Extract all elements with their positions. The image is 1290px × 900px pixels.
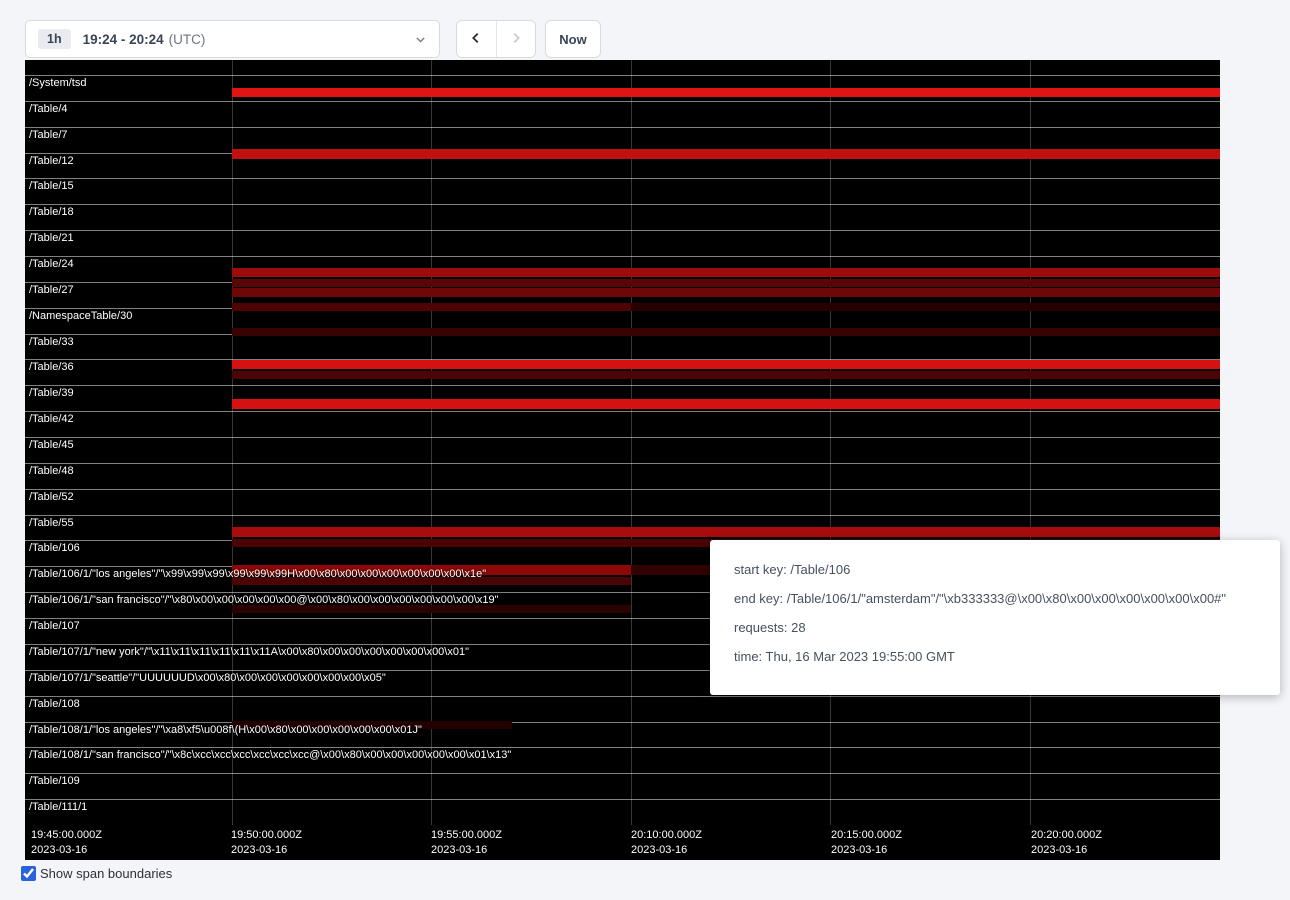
heat-band[interactable] bbox=[232, 328, 1220, 336]
heat-band[interactable] bbox=[232, 527, 1220, 537]
span-boundary-line bbox=[25, 722, 1220, 723]
span-label: /Table/106/1/"los angeles"/"\x99\x99\x99… bbox=[29, 568, 486, 580]
time-gridline bbox=[1030, 60, 1031, 825]
span-boundary-line bbox=[25, 515, 1220, 516]
range-timezone: (UTC) bbox=[169, 32, 206, 47]
span-boundary-line bbox=[25, 256, 1220, 257]
now-button[interactable]: Now bbox=[545, 20, 601, 58]
key-visualizer-page: 1h 19:24 - 20:24 (UTC) Now /System/tsd/T… bbox=[0, 0, 1290, 900]
span-label: /Table/27 bbox=[29, 284, 74, 296]
span-label: /System/tsd bbox=[29, 77, 86, 89]
tooltip-start-key: start key: /Table/106 bbox=[734, 562, 1256, 577]
show-span-boundaries-checkbox[interactable] bbox=[21, 866, 36, 881]
axis-time-label: 19:45:00.000Z2023-03-16 bbox=[31, 828, 102, 858]
time-gridline bbox=[631, 60, 632, 825]
span-label: /Table/108/1/"los angeles"/"\xa8\xf5\u00… bbox=[29, 724, 422, 736]
span-label: /Table/107/1/"seattle"/"UUUUUUD\x00\x80\… bbox=[29, 672, 386, 684]
time-range-select[interactable]: 1h 19:24 - 20:24 (UTC) bbox=[25, 20, 440, 58]
span-label: /Table/24 bbox=[29, 258, 74, 270]
span-label: /Table/33 bbox=[29, 336, 74, 348]
span-label: /Table/107 bbox=[29, 620, 80, 632]
key-visualizer-canvas[interactable]: /System/tsd/Table/4/Table/7/Table/12/Tab… bbox=[25, 60, 1220, 860]
tooltip-requests: requests: 28 bbox=[734, 620, 1256, 635]
span-label: /NamespaceTable/30 bbox=[29, 310, 132, 322]
heat-band[interactable] bbox=[232, 279, 1220, 287]
span-label: /Table/55 bbox=[29, 517, 74, 529]
chevron-down-icon bbox=[414, 33, 427, 46]
range-duration-badge: 1h bbox=[38, 29, 71, 49]
heat-band[interactable] bbox=[232, 88, 1220, 97]
tooltip-time: time: Thu, 16 Mar 2023 19:55:00 GMT bbox=[734, 649, 1256, 664]
span-boundary-line bbox=[25, 463, 1220, 464]
span-label: /Table/108/1/"san francisco"/"\x8c\xcc\x… bbox=[29, 749, 511, 761]
span-label: /Table/12 bbox=[29, 155, 74, 167]
heat-band[interactable] bbox=[232, 268, 1220, 277]
span-label: /Table/42 bbox=[29, 413, 74, 425]
heat-band[interactable] bbox=[232, 288, 1220, 297]
span-label: /Table/107/1/"new york"/"\x11\x11\x11\x1… bbox=[29, 646, 469, 658]
span-label: /Table/109 bbox=[29, 775, 80, 787]
tooltip-end-key: end key: /Table/106/1/"amsterdam"/"\xb33… bbox=[734, 591, 1256, 606]
span-boundary-line bbox=[25, 489, 1220, 490]
axis-time-label: 19:50:00.000Z2023-03-16 bbox=[231, 828, 302, 858]
heat-band[interactable] bbox=[631, 303, 1220, 311]
span-label: /Table/111/1 bbox=[29, 801, 87, 813]
span-boundary-line bbox=[25, 437, 1220, 438]
checkbox-label: Show span boundaries bbox=[40, 866, 172, 881]
span-label: /Table/18 bbox=[29, 206, 74, 218]
heat-band[interactable] bbox=[232, 399, 1220, 409]
span-label: /Table/45 bbox=[29, 439, 74, 451]
span-label: /Table/106/1/"san francisco"/"\x80\x00\x… bbox=[29, 594, 499, 606]
span-boundary-line bbox=[25, 385, 1220, 386]
time-gridline bbox=[431, 60, 432, 825]
span-boundary-line bbox=[25, 75, 1220, 76]
span-boundary-line bbox=[25, 127, 1220, 128]
span-boundary-line bbox=[25, 178, 1220, 179]
heat-band[interactable] bbox=[232, 605, 631, 613]
span-boundary-line bbox=[25, 101, 1220, 102]
span-label: /Table/4 bbox=[29, 103, 68, 115]
span-boundary-line bbox=[25, 204, 1220, 205]
span-label: /Table/21 bbox=[29, 232, 74, 244]
prev-range-button[interactable] bbox=[457, 21, 496, 57]
span-label: /Table/7 bbox=[29, 129, 68, 141]
span-label: /Table/52 bbox=[29, 491, 74, 503]
hover-tooltip: start key: /Table/106 end key: /Table/10… bbox=[710, 540, 1280, 695]
span-boundary-line bbox=[25, 799, 1220, 800]
axis-time-label: 20:20:00.000Z2023-03-16 bbox=[1031, 828, 1102, 858]
axis-time-label: 20:10:00.000Z2023-03-16 bbox=[631, 828, 702, 858]
heat-band[interactable] bbox=[232, 303, 631, 311]
range-nav-group bbox=[456, 20, 536, 58]
heat-band[interactable] bbox=[232, 360, 1220, 369]
axis-time-label: 20:15:00.000Z2023-03-16 bbox=[831, 828, 902, 858]
time-gridline bbox=[232, 60, 233, 825]
chevron-left-icon bbox=[469, 31, 483, 48]
heat-band[interactable] bbox=[232, 149, 1220, 159]
axis-time-label: 19:55:00.000Z2023-03-16 bbox=[431, 828, 502, 858]
span-label: /Table/39 bbox=[29, 387, 74, 399]
span-boundary-line bbox=[25, 411, 1220, 412]
show-span-boundaries: Show span boundaries bbox=[21, 866, 172, 881]
span-label: /Table/106 bbox=[29, 542, 80, 554]
span-boundary-line bbox=[25, 773, 1220, 774]
time-gridline bbox=[830, 60, 831, 825]
span-label: /Table/108 bbox=[29, 698, 80, 710]
next-range-button[interactable] bbox=[496, 21, 536, 57]
span-boundary-line bbox=[25, 230, 1220, 231]
span-label: /Table/48 bbox=[29, 465, 74, 477]
heat-band[interactable] bbox=[232, 371, 1220, 379]
span-label: /Table/36 bbox=[29, 361, 74, 373]
span-label: /Table/15 bbox=[29, 180, 74, 192]
range-label: 19:24 - 20:24 bbox=[83, 32, 164, 47]
span-boundary-line bbox=[25, 696, 1220, 697]
chevron-right-icon bbox=[509, 31, 523, 48]
